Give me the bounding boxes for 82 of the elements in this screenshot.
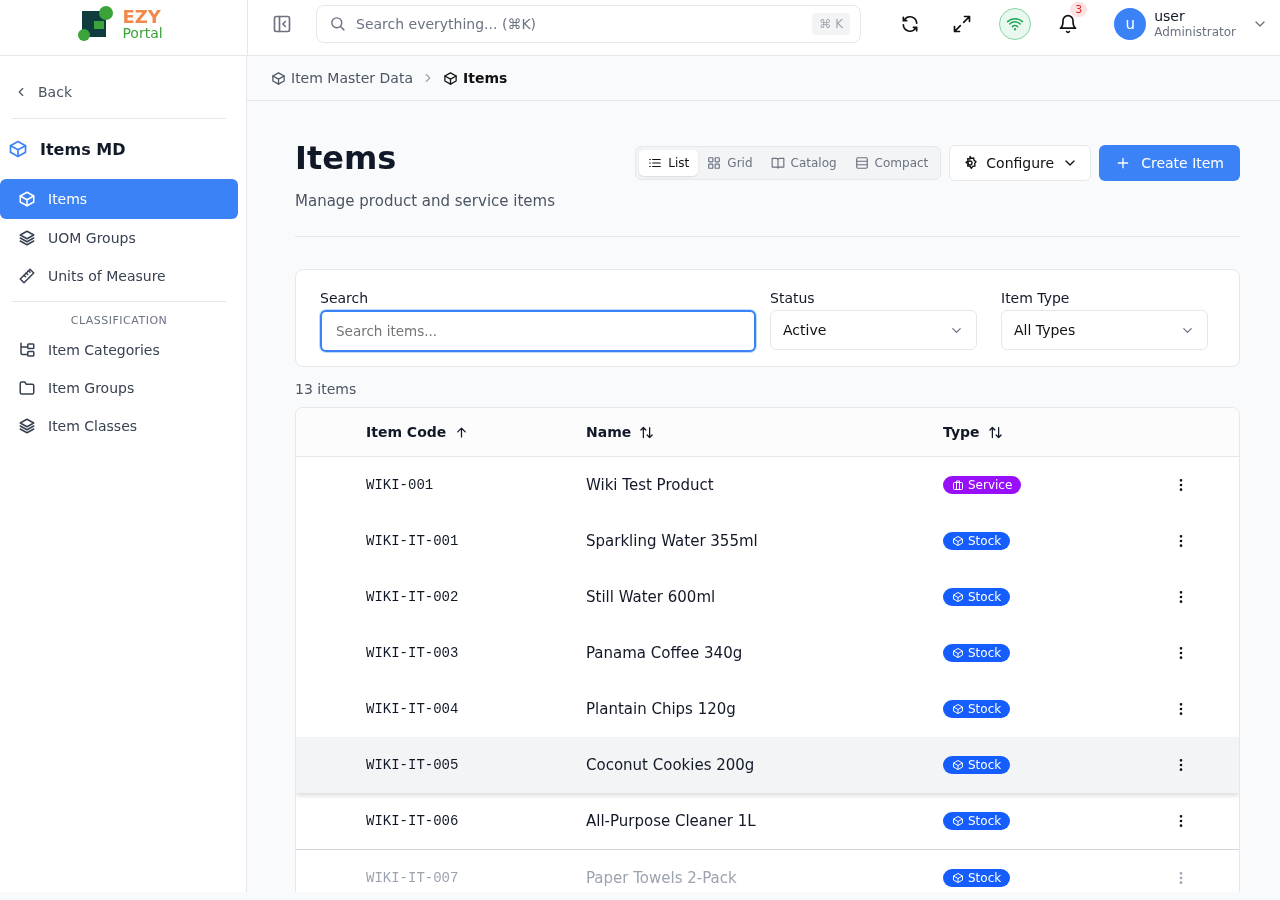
column-header[interactable]: Name <box>586 424 632 441</box>
user-role: Administrator <box>1154 25 1236 40</box>
box-icon <box>8 139 28 159</box>
column-header[interactable]: Type <box>943 424 980 441</box>
table-cell-text: WIKI-IT-006 <box>366 813 460 830</box>
view-tab[interactable]: Compact <box>845 150 938 176</box>
table-cell-text: WIKI-IT-004 <box>366 701 460 718</box>
status-select[interactable]: Active <box>770 310 977 351</box>
table-cell-text: Wiki Test Product <box>586 476 715 495</box>
view-tab[interactable]: Catalog <box>761 150 846 176</box>
section-label: CLASSIFICATION <box>69 313 169 329</box>
expand-icon[interactable] <box>952 13 973 34</box>
configure-button[interactable]: Configure <box>949 145 1092 181</box>
sort-icon[interactable] <box>639 424 655 440</box>
rows-icon <box>854 156 869 170</box>
user-avatar: u <box>1114 7 1147 40</box>
page-title: Items <box>295 141 398 177</box>
breadcrumb-link[interactable]: Items <box>443 70 508 86</box>
list-icon <box>648 156 663 170</box>
search-field[interactable]: Search everything... (⌘K) <box>356 12 803 35</box>
table-cell-text: Coconut Cookies 200g <box>586 756 756 775</box>
folder-icon <box>18 379 36 397</box>
type-badge: Stock <box>943 811 1011 830</box>
search-icon <box>329 15 346 32</box>
sidebar-toggle-icon[interactable] <box>272 13 292 34</box>
search-field[interactable]: Search items... <box>320 310 756 353</box>
page-subtitle: Manage product and service items <box>295 192 555 211</box>
logo-text: EZY <box>122 7 162 26</box>
table-cell-text: WIKI-IT-002 <box>366 589 460 606</box>
table-cell-text: Still Water 600ml <box>586 588 717 607</box>
logo-text: Portal <box>122 25 163 40</box>
layers-icon <box>18 229 36 247</box>
sidebar-item[interactable]: Units of Measure <box>0 257 238 295</box>
field-label: Item Type <box>1001 290 1071 307</box>
type-badge: Stock <box>943 755 1011 774</box>
gear-icon <box>962 155 979 171</box>
view-tab[interactable]: Grid <box>698 150 762 176</box>
back-link[interactable]: Back <box>8 84 78 100</box>
type-badge: Stock <box>943 868 1011 887</box>
sidebar-item[interactable]: Items <box>0 179 238 219</box>
sidebar-item[interactable]: Item Groups <box>0 369 238 407</box>
book-icon <box>770 156 785 170</box>
bell-icon[interactable] <box>1058 13 1079 34</box>
table-cell-text: Panama Coffee 340g <box>586 644 744 663</box>
box-icon <box>271 70 286 86</box>
user-name: user <box>1154 7 1186 26</box>
sidebar-item[interactable]: UOM Groups <box>0 219 238 257</box>
module-title: Items MD <box>40 139 126 159</box>
type-badge: Stock <box>943 531 1011 550</box>
refresh-icon[interactable] <box>900 13 921 34</box>
layers-icon <box>18 417 36 435</box>
table-cell-text: WIKI-IT-007 <box>366 870 460 887</box>
create-item-button[interactable]: Create Item <box>1099 145 1240 181</box>
type-badge: Service <box>943 475 1022 494</box>
table-cell-text: Plantain Chips 120g <box>586 700 737 719</box>
sidebar-item[interactable]: Item Categories <box>0 331 238 369</box>
column-header[interactable]: Item Code <box>366 424 447 441</box>
notification-count: 3 <box>1070 1 1088 17</box>
field-label: Search <box>320 290 370 307</box>
type-badge: Stock <box>943 699 1011 718</box>
table-cell-text: Paper Towels 2-Pack <box>586 869 738 888</box>
field-label: Status <box>770 290 816 307</box>
table-cell-text: Sparkling Water 355ml <box>586 532 759 551</box>
shortcut-hint: ⌘ K <box>812 12 850 35</box>
tree-icon <box>18 341 36 359</box>
sidebar-item[interactable]: Item Classes <box>0 407 238 445</box>
box-icon <box>443 70 458 86</box>
table-cell-text: WIKI-IT-005 <box>366 757 460 774</box>
item-count: 13 items <box>295 380 358 400</box>
ruler-icon <box>18 267 36 285</box>
grid-icon <box>707 156 722 170</box>
box-icon <box>18 190 36 208</box>
table-cell-text: WIKI-IT-001 <box>366 533 460 550</box>
table-cell-text: WIKI-IT-003 <box>366 645 460 662</box>
type-badge: Stock <box>943 643 1011 662</box>
sort-icon[interactable] <box>987 424 1003 440</box>
breadcrumb-link[interactable]: Item Master Data <box>271 70 413 86</box>
item-type-select[interactable]: All Types <box>1001 310 1208 351</box>
table-cell-text: All-Purpose Cleaner 1L <box>586 812 757 831</box>
view-tab[interactable]: List <box>639 150 699 176</box>
table-cell-text: WIKI-001 <box>366 477 435 494</box>
type-badge: Stock <box>943 587 1011 606</box>
